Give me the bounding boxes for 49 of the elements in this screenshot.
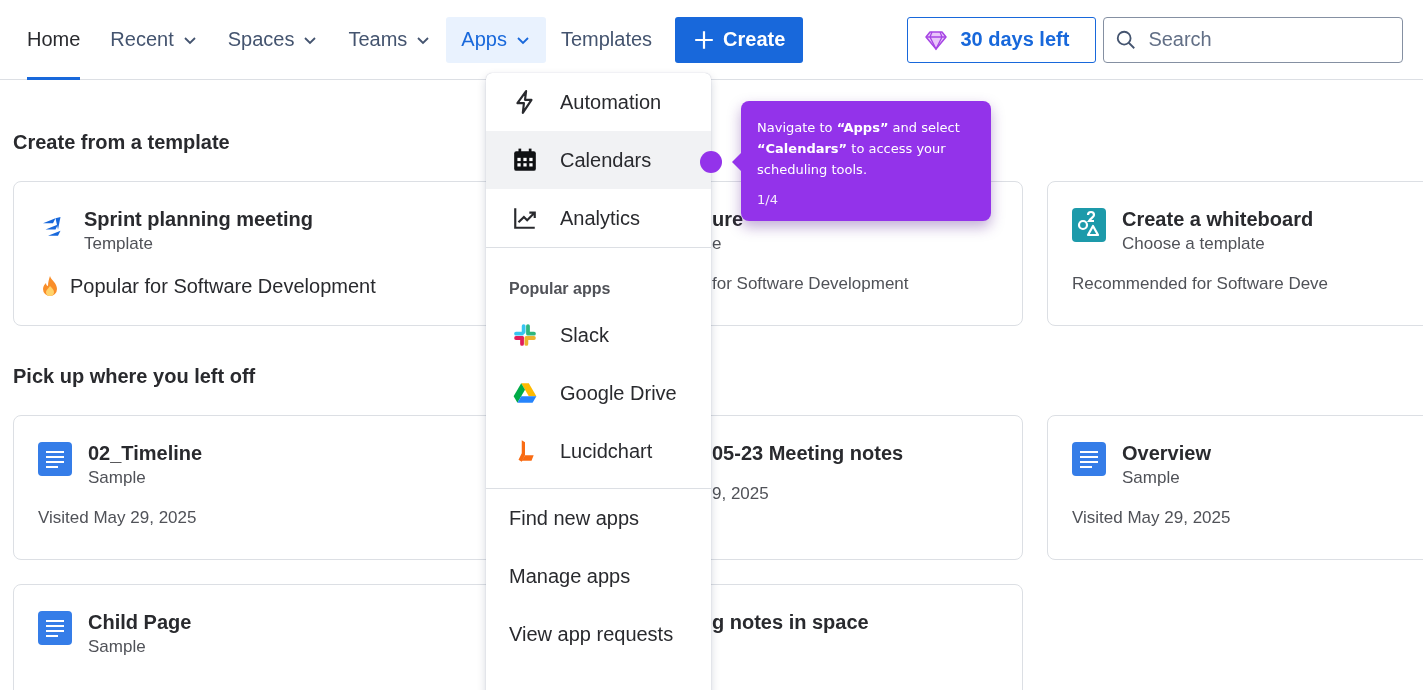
step-counter: 1/4 [757, 192, 779, 207]
nav-tab[interactable]: Apps [446, 16, 546, 63]
menu-link[interactable]: View app requests [486, 605, 711, 663]
search-icon [1115, 28, 1138, 51]
hotspot-dot[interactable] [700, 151, 722, 173]
document-icon [1072, 442, 1106, 476]
document-icon [38, 611, 72, 645]
nav-tab[interactable]: Spaces [212, 16, 334, 63]
create-button[interactable]: Create [675, 16, 804, 63]
card-caption: 9, 2025 [712, 484, 769, 504]
card-title: g notes in space [712, 610, 869, 635]
card[interactable]: Create a whiteboard Choose a template Recommended for Software Deve [1047, 181, 1423, 326]
card-title: 02_Timeline [88, 441, 203, 466]
card-subtitle: e [712, 233, 723, 255]
card-title: Sprint planning meeting [84, 207, 313, 232]
nav-tab[interactable]: Teams [333, 16, 447, 63]
search-field[interactable]: Search [1103, 16, 1404, 63]
slack-logo-icon [512, 322, 538, 348]
calendar-icon [512, 147, 538, 173]
line-chart-icon [512, 205, 538, 231]
nav-tab[interactable]: Templates [545, 16, 668, 63]
menu-item[interactable]: Automation [486, 73, 711, 131]
section-heading: Create from a template [13, 131, 230, 154]
card-title: ure [712, 207, 744, 232]
shapes-icon [1072, 208, 1106, 242]
section-heading: Pick up where you left off [13, 365, 256, 388]
menu-item[interactable]: Calendars [486, 131, 711, 189]
card-subtitle: Choose a template [1122, 233, 1266, 255]
tooltip-text: Navigate to “Apps” and select “Calendars” to access your scheduling tools. [757, 119, 961, 179]
card-title: Overview [1122, 441, 1211, 466]
card-caption: Recommended for Software Deve [1072, 274, 1329, 294]
card-subtitle: Template [84, 233, 154, 255]
card-caption: Visited May 29, 2025 [38, 508, 197, 528]
nav-tab[interactable]: Home [12, 16, 96, 63]
card-title: Create a whiteboard [1122, 207, 1314, 232]
trial-button[interactable]: 30 days left [907, 16, 1097, 63]
plus-icon [693, 28, 716, 51]
card-caption: Popular for Software Development [70, 274, 376, 298]
nav-tab[interactable]: Recent [95, 16, 213, 63]
card-subtitle: Sample [1122, 467, 1181, 489]
card-title: 05-23 Meeting notes [712, 441, 904, 466]
card-subtitle: Sample [88, 467, 147, 489]
card-subtitle: Sample [88, 636, 147, 658]
document-icon [38, 442, 72, 476]
card-title: Child Page [88, 610, 192, 635]
card-caption: Visited May 29, 2025 [1072, 508, 1231, 528]
card-caption: for Software Development [712, 274, 909, 294]
card[interactable]: Overview Sample Visited May 29, 2025 [1047, 415, 1423, 560]
drive-logo-icon [512, 380, 538, 406]
